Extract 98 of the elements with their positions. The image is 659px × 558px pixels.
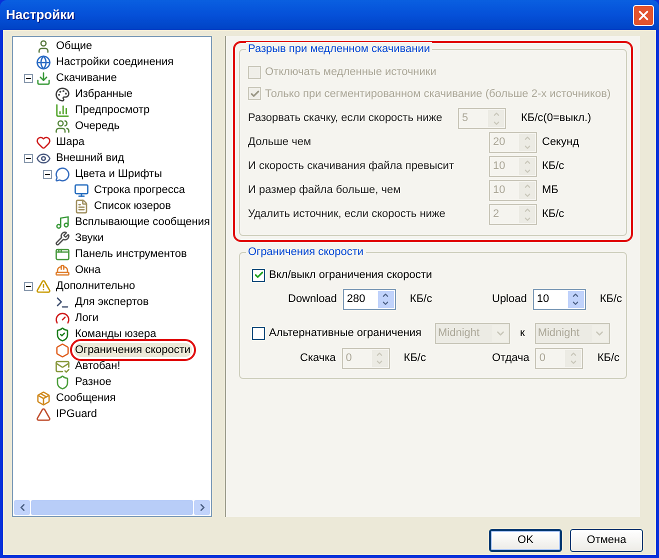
tree-item[interactable]: Настройки соединения bbox=[55, 55, 175, 69]
field-label: Удалить источник, если скорость ниже bbox=[248, 207, 446, 222]
unit-label: КБ/с bbox=[542, 207, 564, 222]
checkbox-label: Альтернативные ограничения bbox=[269, 326, 422, 341]
spin-value: 10 bbox=[536, 292, 550, 306]
group-title: Ограничения скорости bbox=[246, 245, 366, 259]
tree-item[interactable]: Шара bbox=[55, 135, 86, 149]
group-title: Разрыв при медленном скачивании bbox=[246, 42, 432, 56]
hexagon-icon bbox=[55, 342, 70, 358]
download-icon bbox=[36, 70, 51, 86]
unit-label: КБ/с(0=выкл.) bbox=[521, 111, 592, 126]
tree-item[interactable]: Дополнительно bbox=[55, 279, 136, 293]
tree-item[interactable]: Общие bbox=[55, 39, 94, 53]
spin-value: 280 bbox=[346, 292, 366, 306]
tree-item[interactable]: IPGuard bbox=[55, 407, 98, 421]
field-label: Upload bbox=[492, 292, 527, 307]
stepper-buttons[interactable] bbox=[568, 290, 584, 308]
field-label: Скачка bbox=[300, 350, 336, 366]
collapse-toggle[interactable] bbox=[43, 170, 52, 178]
music-note-icon bbox=[55, 214, 70, 230]
field-label: И размер файла больше, чем bbox=[248, 183, 402, 198]
unit-label: КБ/с bbox=[600, 292, 622, 307]
stepper-buttons[interactable] bbox=[378, 290, 394, 308]
tree-item[interactable]: Внешний вид bbox=[55, 151, 126, 165]
dialog-button[interactable]: OK bbox=[489, 529, 562, 552]
collapse-toggle[interactable] bbox=[24, 282, 33, 290]
checkbox-label: Вкл/выкл ограничения скорости bbox=[269, 268, 432, 283]
terminal-icon bbox=[55, 294, 70, 310]
monitor-icon bbox=[74, 182, 89, 198]
checkbox[interactable] bbox=[252, 268, 265, 282]
package-icon bbox=[36, 390, 51, 406]
checkbox-label: Только при сегментированном скачивание (больше 2-х источников) bbox=[265, 86, 611, 102]
tree-item[interactable]: Автобан! bbox=[74, 359, 122, 373]
chat-bubble-icon bbox=[55, 166, 70, 182]
tree-item[interactable]: Предпросмотр bbox=[74, 103, 151, 117]
tree-item[interactable]: Звуки bbox=[74, 231, 105, 245]
collapse-toggle[interactable] bbox=[24, 74, 33, 82]
field-label: И скорость скачивания файла превысит bbox=[248, 159, 455, 174]
close-button[interactable] bbox=[633, 4, 654, 26]
tree-item[interactable]: Для экспертов bbox=[74, 295, 150, 309]
mail-check-icon bbox=[55, 358, 70, 374]
spin-field[interactable]: 10 bbox=[532, 288, 586, 310]
unit-label: КБ/с bbox=[404, 350, 426, 366]
tree-item[interactable]: Очередь bbox=[74, 119, 121, 133]
spin-value: 2 bbox=[492, 207, 500, 222]
heart-icon bbox=[36, 134, 51, 150]
unit-label: КБ/с bbox=[597, 350, 620, 366]
tree-item[interactable]: Панель инструментов bbox=[74, 247, 188, 261]
user-icon bbox=[36, 38, 51, 54]
tree-item[interactable]: Список юзеров bbox=[93, 199, 172, 213]
tree-item[interactable]: Разное bbox=[74, 375, 112, 389]
palette-icon bbox=[55, 86, 70, 102]
check-icon bbox=[254, 270, 264, 280]
field-label: Download bbox=[288, 292, 337, 307]
check-icon bbox=[250, 88, 260, 99]
window-icon bbox=[55, 246, 70, 262]
unit-label: МБ bbox=[542, 183, 558, 198]
spin-value: 0 bbox=[344, 350, 353, 366]
tree-item[interactable]: Ограничения скорости bbox=[74, 343, 192, 357]
collapse-toggle[interactable] bbox=[24, 154, 33, 162]
dialog-button[interactable]: Отмена bbox=[570, 529, 643, 552]
document-icon bbox=[74, 198, 89, 214]
spin-value: 10 bbox=[492, 159, 506, 174]
shield-check-icon bbox=[55, 326, 70, 342]
tree-item[interactable]: Строка прогресса bbox=[93, 183, 186, 197]
checkbox-label: Отключать медленные источники bbox=[265, 65, 436, 80]
field-label: Отдача bbox=[492, 350, 530, 366]
tree-item[interactable]: Команды юзера bbox=[74, 327, 158, 341]
speed-sign-icon bbox=[55, 310, 70, 326]
spin-field[interactable]: 280 bbox=[342, 288, 396, 310]
tree-item[interactable]: Цвета и Шрифты bbox=[74, 167, 163, 181]
spin-value: 0 bbox=[538, 350, 546, 366]
bar-chart-icon bbox=[55, 102, 70, 118]
field-label: Дольше чем bbox=[248, 135, 312, 150]
unit-label: КБ/с bbox=[410, 292, 432, 307]
horizontal-scrollbar[interactable] bbox=[13, 499, 211, 516]
triangle-icon bbox=[36, 406, 51, 422]
eye-icon bbox=[36, 150, 51, 166]
spin-value: 20 bbox=[492, 135, 506, 150]
tree-item[interactable]: Всплывающие сообщения bbox=[74, 215, 211, 229]
tree-item[interactable]: Логи bbox=[74, 311, 100, 325]
tree-item[interactable]: Скачивание bbox=[55, 71, 118, 85]
field-label: Разорвать скачку, если скорость ниже bbox=[248, 111, 444, 126]
separator-label: к bbox=[520, 326, 525, 341]
shield-icon bbox=[55, 374, 70, 390]
window-title: Настройки bbox=[6, 6, 76, 24]
hard-hat-icon bbox=[55, 262, 70, 278]
wrench-icon bbox=[55, 230, 70, 246]
warning-icon bbox=[36, 278, 51, 294]
unit-label: КБ/с bbox=[542, 159, 564, 174]
tree-item[interactable]: Избранные bbox=[74, 87, 134, 101]
spin-value: 10 bbox=[492, 183, 506, 198]
globe-icon bbox=[36, 54, 51, 70]
spin-value: 5 bbox=[461, 111, 470, 126]
tree-item[interactable]: Сообщения bbox=[55, 391, 117, 405]
users-icon bbox=[55, 118, 70, 134]
unit-label: Секунд bbox=[542, 135, 579, 150]
tree-item[interactable]: Окна bbox=[74, 263, 102, 277]
